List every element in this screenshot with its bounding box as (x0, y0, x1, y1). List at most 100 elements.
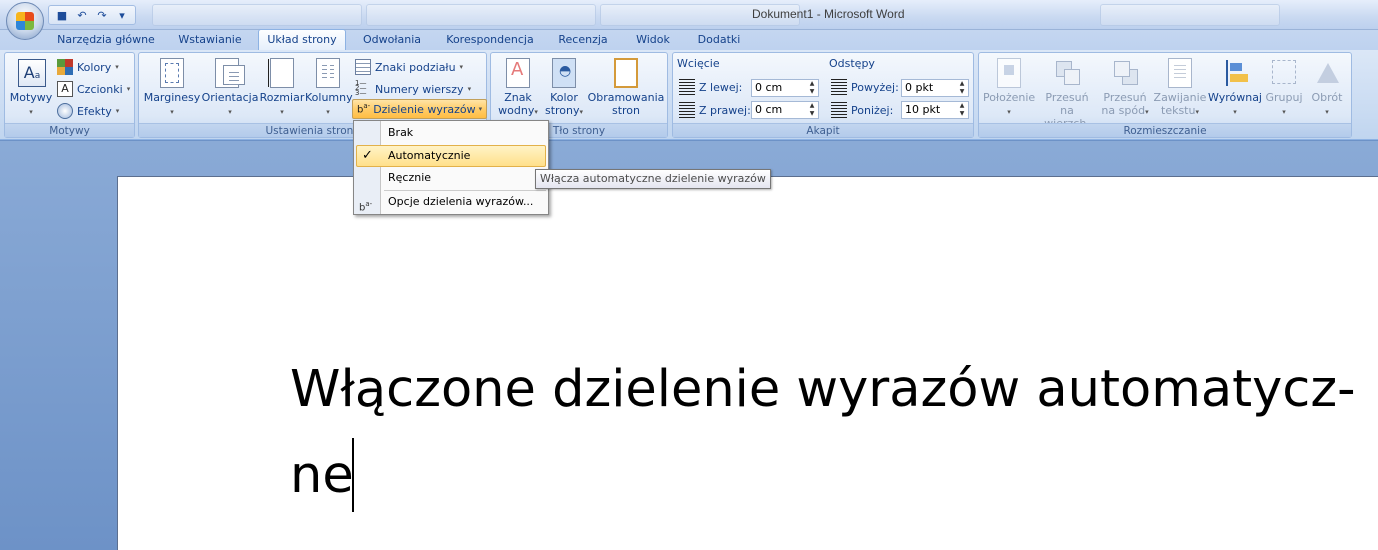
send-back-icon (1110, 57, 1140, 89)
margins-icon (157, 57, 187, 89)
tab-recenzja[interactable]: Recenzja (552, 30, 614, 50)
position-icon (994, 57, 1024, 89)
tab-dodatki[interactable]: Dodatki (690, 30, 748, 50)
group-label-akapit: Akapit (673, 123, 973, 137)
tab-korespondencja[interactable]: Korespondencja (436, 30, 544, 50)
spacing-before-label: Powyżej: (831, 77, 899, 97)
spinner-arrows-icon[interactable]: ▲ ▼ (806, 102, 818, 118)
spacing-before-value: 0 pkt (905, 81, 934, 94)
spinner-arrows-icon[interactable]: ▲ ▼ (956, 80, 968, 96)
tab-widok[interactable]: Widok (624, 30, 682, 50)
dzielenie-wyrazow-button[interactable]: ba- Dzielenie wyrazów ▾ (352, 99, 488, 119)
undo-icon[interactable]: ↶ (73, 7, 91, 23)
align-icon (1220, 57, 1250, 89)
orientation-icon (215, 57, 245, 89)
indent-right-icon (679, 102, 695, 118)
group-label-motywy: Motywy (5, 123, 134, 137)
polozenie-button[interactable]: Położenie ▾ (983, 57, 1035, 119)
indent-left-label: Z lewej: (679, 77, 742, 97)
colors-icon (57, 59, 73, 75)
kolumny-button[interactable]: Kolumny ▾ (305, 57, 353, 119)
obramowania-stron-button[interactable]: Obramowania stron (587, 57, 665, 117)
znak-wodny-button[interactable]: A Znak wodny▾ (495, 57, 541, 119)
dzielenie-wyrazow-label: Dzielenie wyrazów (373, 102, 476, 116)
group-icon (1269, 57, 1299, 89)
indent-right-value: 0 cm (755, 103, 783, 116)
line-numbers-icon: 1— 2— 3— (355, 79, 367, 97)
chevron-down-icon: ▾ (478, 105, 483, 113)
spinner-arrows-icon[interactable]: ▲ ▼ (956, 102, 968, 118)
spacing-before-input[interactable]: 0 pkt ▲ ▼ (901, 79, 969, 97)
hyphenation-icon: ba- (357, 102, 371, 116)
customize-qat-icon[interactable]: ▾ (113, 7, 131, 23)
indent-left-value: 0 cm (755, 81, 783, 94)
tab-uklad-strony[interactable]: Układ strony (258, 29, 346, 51)
obrot-button[interactable]: Obrót ▾ (1305, 57, 1349, 119)
quick-access-toolbar: ■ ↶ ↷ ▾ (48, 5, 136, 25)
kolory-button[interactable]: Kolory ▾ (57, 57, 119, 77)
znaki-podzialu-button[interactable]: Znaki podziału ▾ (355, 57, 463, 77)
background-window-tab (1100, 4, 1280, 26)
spacing-after-label: Poniżej: (831, 100, 893, 120)
office-button[interactable] (6, 2, 44, 40)
size-icon (267, 57, 297, 89)
menu-item-brak[interactable]: Brak (356, 122, 546, 144)
rotate-icon (1312, 57, 1342, 89)
indent-left-input[interactable]: 0 cm ▲ ▼ (751, 79, 819, 97)
page-borders-icon (611, 57, 641, 89)
przesun-na-spod-button[interactable]: Przesuń na spód▾ (1099, 57, 1151, 119)
text-wrap-icon (1165, 57, 1195, 89)
tab-narzedzia-glowne[interactable]: Narzędzia główne (52, 30, 160, 50)
text-cursor (352, 438, 354, 512)
group-motywy: Aa Motywy ▾ Kolory ▾ A Czcionki ▾ Efekty ▾ M… (4, 52, 135, 138)
spacing-after-icon (831, 102, 847, 118)
redo-icon[interactable]: ↷ (93, 7, 111, 23)
watermark-icon: A (503, 57, 533, 89)
indent-right-label: Z prawej: (679, 100, 751, 120)
wciecie-heading: Wcięcie (677, 56, 720, 70)
numery-wierszy-button[interactable]: 1— 2— 3— Numery wierszy ▾ (355, 79, 471, 99)
spacing-after-input[interactable]: 10 pkt ▲ ▼ (901, 101, 969, 119)
breaks-icon (355, 59, 371, 75)
office-logo-icon (16, 12, 34, 30)
bring-front-icon (1052, 57, 1082, 89)
document-line-1: Włączone dzielenie wyrazów automatycz- (290, 360, 1356, 419)
fonts-icon: A (57, 81, 73, 97)
zawijanie-tekstu-button[interactable]: Zawijanie tekstu▾ (1153, 57, 1207, 119)
background-window-tab (366, 4, 596, 26)
odstepy-heading: Odstępy (829, 56, 875, 70)
hyphenation-menu: Brak ✓ Automatycznie Ręcznie ba- Opcje d… (353, 120, 549, 215)
title-bar: ■ ↶ ↷ ▾ Dokument1 - Microsoft Word (0, 0, 1378, 40)
indent-left-icon (679, 79, 695, 95)
group-akapit: Wcięcie Odstępy Z lewej: 0 cm ▲ ▼ Z prawej… (672, 52, 974, 138)
przesun-na-wierzch-button[interactable]: Przesuń nawierzch▾ (1037, 57, 1097, 132)
spacing-after-value: 10 pkt (905, 103, 941, 116)
columns-icon (313, 57, 343, 89)
group-rozmieszczanie: Położenie▾ Przesuń nawierzch▾ Przesuńna … (978, 52, 1352, 138)
menu-item-automatycznie[interactable]: ✓ Automatycznie (356, 145, 546, 167)
ribbon-tabs: Narzędzia główne Wstawianie Układ strony… (0, 29, 1378, 51)
rozmiar-button[interactable]: Rozmiar ▾ (259, 57, 305, 119)
czcionki-button[interactable]: A Czcionki ▾ (57, 79, 130, 99)
document-line-2: ne (290, 446, 354, 505)
orientacja-button[interactable]: Orientacja ▾ (201, 57, 259, 119)
tab-wstawianie[interactable]: Wstawianie (168, 30, 252, 50)
hyphenation-options-icon: ba- (359, 200, 373, 214)
grupuj-button[interactable]: Grupuj ▾ (1263, 57, 1305, 119)
menu-item-opcje[interactable]: ba- Opcje dzielenia wyrazów... (356, 191, 546, 213)
save-icon[interactable]: ■ (53, 7, 71, 23)
indent-right-input[interactable]: 0 cm ▲ ▼ (751, 101, 819, 119)
marginesy-button[interactable]: Marginesy ▾ (143, 57, 201, 119)
background-window-tab (152, 4, 362, 26)
motywy-button[interactable]: Aa Motywy ▾ (7, 57, 55, 119)
tooltip: Włącza automatyczne dzielenie wyrazów (535, 169, 771, 189)
efekty-button[interactable]: Efekty ▾ (57, 101, 119, 121)
kolor-strony-button[interactable]: ◓ Kolor strony▾ (541, 57, 587, 119)
tab-odwolania[interactable]: Odwołania (354, 30, 430, 50)
wyrownaj-button[interactable]: Wyrównaj ▾ (1207, 57, 1263, 119)
group-label-rozmieszczanie: Rozmieszczanie (979, 123, 1351, 137)
menu-item-recznie[interactable]: Ręcznie (356, 167, 546, 189)
themes-icon: Aa (16, 57, 46, 89)
effects-icon (57, 103, 73, 119)
spinner-arrows-icon[interactable]: ▲ ▼ (806, 80, 818, 96)
